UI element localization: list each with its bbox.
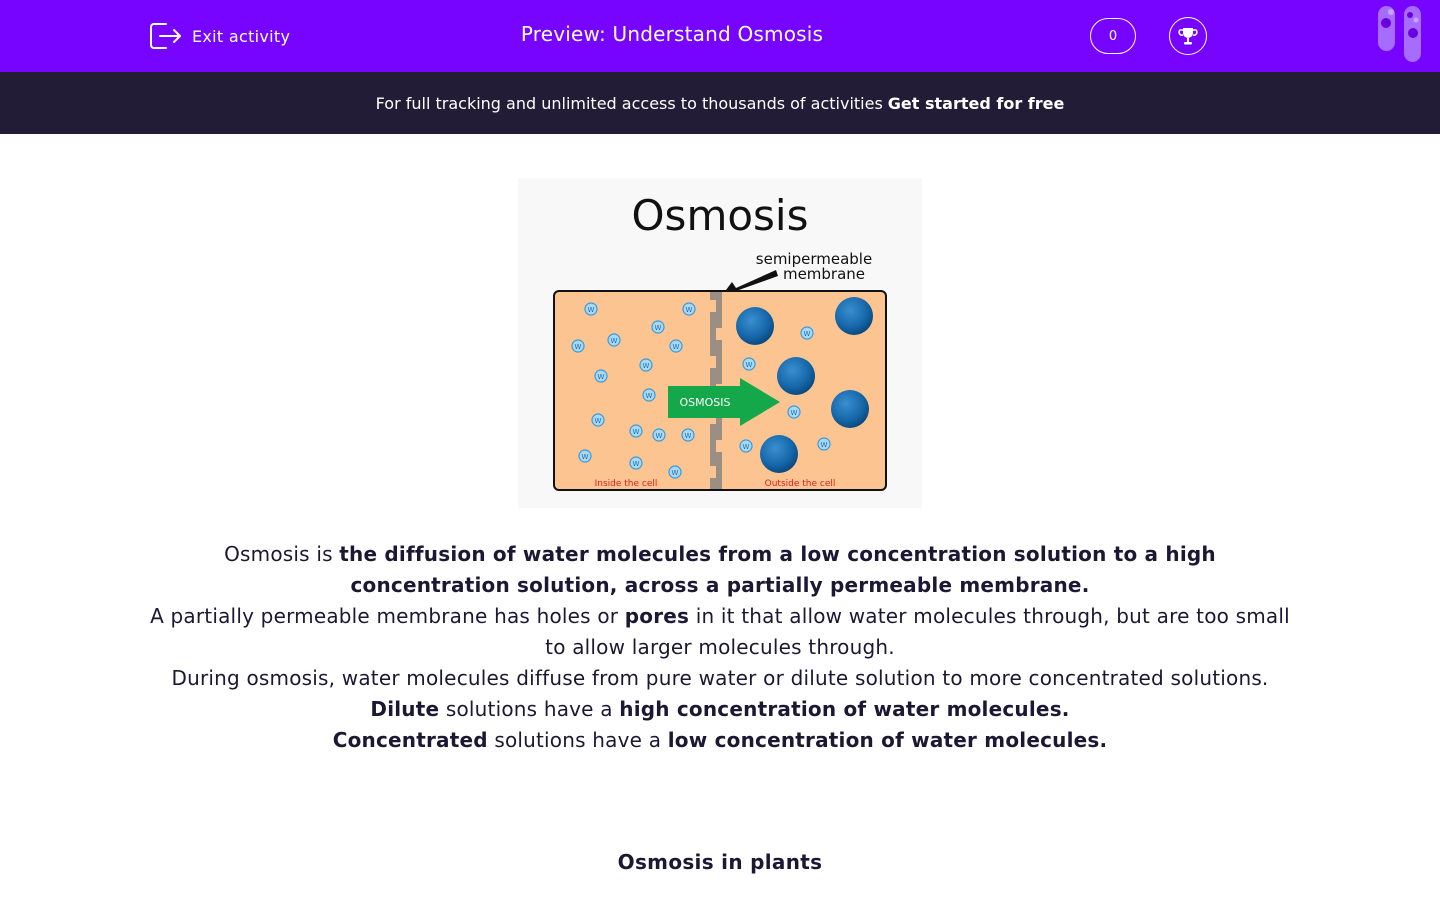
svg-text:W: W [656, 432, 663, 440]
paragraph-dilute: Dilute solutions have a high concentrati… [150, 694, 1290, 725]
water-molecule: W [584, 302, 598, 316]
water-molecule: W [681, 428, 695, 442]
concentrated-bold: Concentrated [332, 728, 488, 752]
water-molecule: W [578, 449, 592, 463]
promo-text: For full tracking and unlimited access t… [375, 93, 883, 113]
water-molecule: W [652, 428, 666, 442]
definition-bold: the diffusion of water molecules from a … [339, 542, 1216, 597]
section-heading: Osmosis in plants [617, 850, 823, 874]
osmosis-diagram: Osmosis semipermeable membrane WWWWWWWWW… [518, 178, 922, 508]
svg-text:W: W [611, 337, 618, 345]
solute-molecule [777, 357, 815, 395]
svg-text:W: W [743, 443, 750, 451]
water-molecule: W [800, 326, 814, 340]
svg-text:W: W [746, 361, 753, 369]
solute-molecule [831, 390, 869, 428]
water-molecule: W [742, 357, 756, 371]
water-molecule: W [629, 456, 643, 470]
water-molecule: W [639, 358, 653, 372]
water-molecule: W [669, 339, 683, 353]
paragraph-concentrated: Concentrated solutions have a low concen… [150, 725, 1290, 756]
svg-text:W: W [643, 362, 650, 370]
trophy-icon [1178, 28, 1198, 45]
paragraph-membrane: A partially permeable membrane has holes… [150, 601, 1290, 663]
svg-text:W: W [575, 343, 582, 351]
get-started-link[interactable]: Get started for free [888, 94, 1065, 113]
water-molecule: W [594, 369, 608, 383]
osmosis-diagram-svg: Osmosis semipermeable membrane W WWWWWWWW… [553, 191, 887, 491]
svg-text:W: W [685, 432, 692, 440]
osmosis-arrow-label: OSMOSIS [680, 396, 731, 409]
water-molecule: W [651, 320, 665, 334]
water-molecule: W [682, 302, 696, 316]
water-molecule: W [739, 439, 753, 453]
water-molecule: W [591, 413, 605, 427]
page-title: Preview: Understand Osmosis [520, 22, 824, 46]
water-molecule: W [571, 339, 585, 353]
svg-text:W: W [633, 428, 640, 436]
water-molecule: W [642, 388, 656, 402]
svg-text:W: W [804, 330, 811, 338]
text-span: solutions have a [439, 697, 620, 721]
svg-text:W: W [672, 469, 679, 477]
score-badge: 0 [1090, 18, 1136, 54]
trophy-button[interactable] [1169, 17, 1207, 55]
water-molecule: W [817, 437, 831, 451]
svg-text:W: W [582, 453, 589, 461]
svg-text:W: W [598, 373, 605, 381]
text-span: A partially permeable membrane has holes… [150, 604, 625, 628]
high-concentration-bold: high concentration of water molecules. [619, 697, 1070, 721]
svg-text:W: W [655, 324, 662, 332]
svg-text:W: W [588, 306, 595, 314]
dilute-bold: Dilute [370, 697, 440, 721]
paragraph-diffusion: During osmosis, water molecules diffuse … [171, 666, 1269, 690]
svg-text:W: W [595, 417, 602, 425]
water-molecule: W [787, 405, 801, 419]
text-span: solutions have a [487, 728, 668, 752]
solute-molecule [835, 297, 873, 335]
membrane-label-line2: membrane [783, 265, 865, 283]
diagram-title: Osmosis [632, 191, 809, 240]
svg-text:W: W [646, 392, 653, 400]
solute-molecule [736, 307, 774, 345]
water-molecule: W [629, 424, 643, 438]
svg-text:W: W [633, 460, 640, 468]
promo-banner: For full tracking and unlimited access t… [0, 72, 1440, 134]
lesson-text: Osmosis is the diffusion of water molecu… [150, 539, 1290, 756]
top-bar: Exit activity Preview: Understand Osmosi… [0, 0, 1440, 72]
outside-cell-label: Outside the cell [765, 479, 836, 489]
inside-cell-label: Inside the cell [595, 479, 658, 489]
svg-text:W: W [791, 409, 798, 417]
solute-molecule [760, 435, 798, 473]
svg-text:W: W [821, 441, 828, 449]
low-concentration-bold: low concentration of water molecules. [667, 728, 1108, 752]
brand-logo [1378, 6, 1421, 62]
svg-text:W: W [686, 306, 693, 314]
paragraph-definition: Osmosis is the diffusion of water molecu… [150, 539, 1290, 601]
pores-bold: pores [624, 604, 690, 628]
water-molecule: W [668, 465, 682, 479]
water-molecule: W [607, 333, 621, 347]
svg-text:W: W [673, 343, 680, 351]
text-span: Osmosis is [224, 542, 340, 566]
